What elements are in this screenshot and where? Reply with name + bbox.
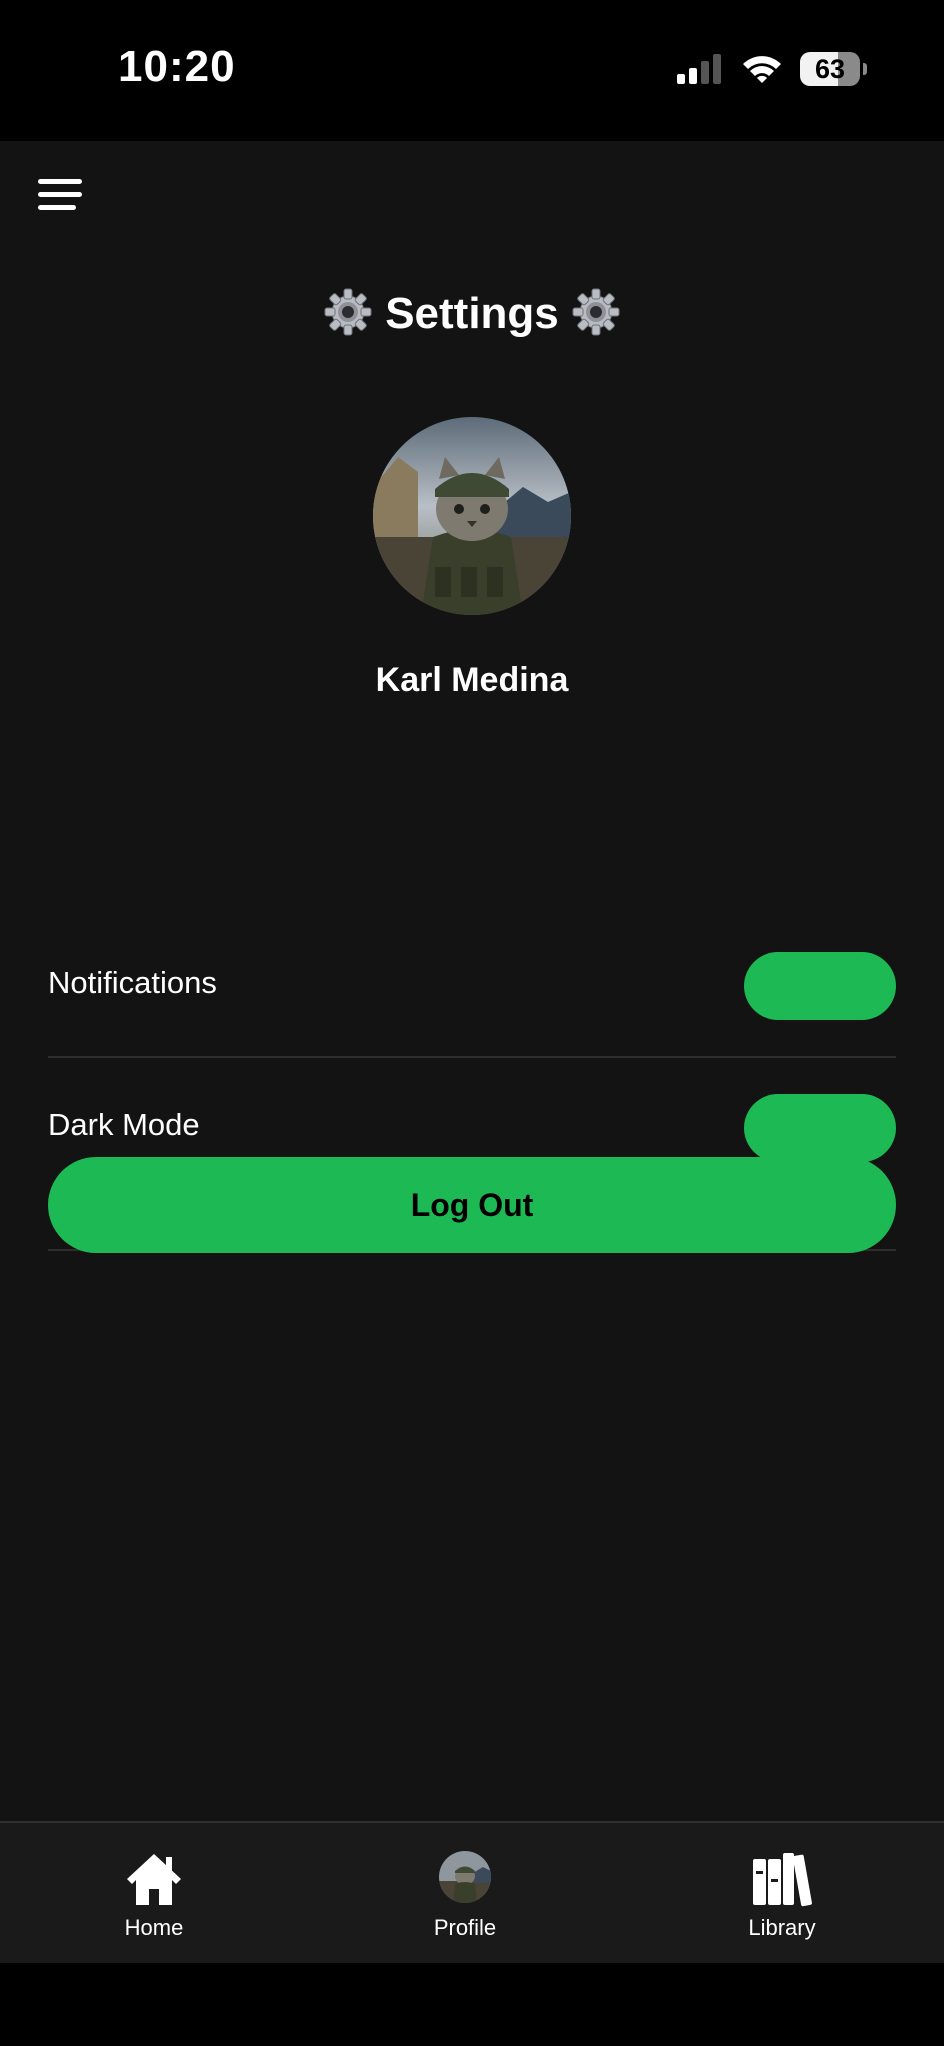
hamburger-menu-icon[interactable] — [38, 179, 82, 211]
gear-icon — [324, 288, 372, 336]
screen: 10:20 63 Settings Karl Medina Notificati… — [0, 0, 944, 2046]
tab-library[interactable]: Library — [702, 1823, 862, 1965]
user-name: Karl Medina — [375, 661, 569, 699]
tab-home[interactable]: Home — [74, 1823, 234, 1965]
battery-indicator: 63 — [800, 52, 860, 86]
home-indicator-area — [0, 1963, 944, 2046]
tab-library-label: Library — [748, 1915, 816, 1940]
notifications-toggle[interactable] — [744, 952, 896, 1020]
cellular-signal-icon — [677, 54, 721, 84]
house-icon — [127, 1854, 181, 1905]
wifi-icon — [743, 56, 781, 83]
page-title-text: Settings — [385, 289, 559, 338]
status-bar: 10:20 63 — [0, 0, 944, 141]
profile-avatar[interactable] — [373, 417, 571, 615]
battery-nub — [863, 63, 867, 75]
dark-mode-label: Dark Mode — [48, 1107, 200, 1142]
setting-row-notifications: Notifications — [48, 916, 896, 1058]
page-title: Settings — [0, 288, 944, 339]
cat-soldier-avatar-image — [373, 417, 571, 615]
tab-home-label: Home — [124, 1915, 184, 1940]
status-time: 10:20 — [118, 42, 236, 91]
battery-level: 63 — [814, 54, 846, 84]
bottom-tab-bar: Home Profile Library — [0, 1821, 944, 1965]
books-icon — [753, 1853, 812, 1907]
tab-profile-label: Profile — [433, 1915, 497, 1940]
gear-icon — [572, 288, 620, 336]
tab-profile[interactable]: Profile — [385, 1823, 545, 1965]
avatar-icon — [439, 1851, 491, 1903]
logout-button[interactable]: Log Out — [48, 1157, 896, 1253]
settings-screen: Settings Karl Medina Notifications Dark … — [0, 141, 944, 1963]
notifications-label: Notifications — [48, 965, 217, 1000]
dark-mode-toggle[interactable] — [744, 1094, 896, 1162]
